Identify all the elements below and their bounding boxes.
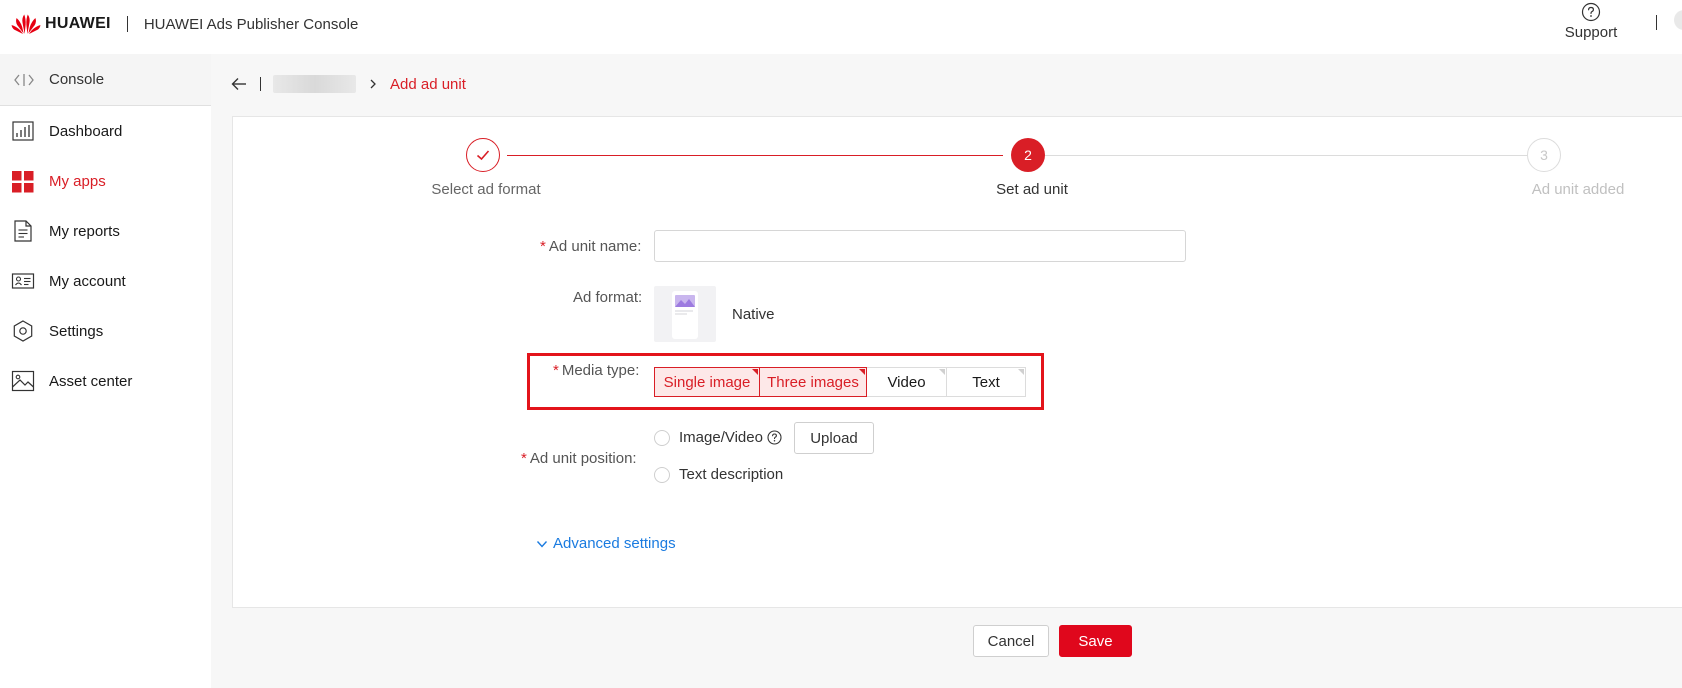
position-option-image-video[interactable]: Image/Video — [654, 429, 782, 446]
required-marker: * — [521, 450, 527, 467]
sidebar-item-my-reports[interactable]: My reports — [0, 206, 211, 256]
huawei-logo-icon — [11, 14, 41, 34]
top-bar: HUAWEI HUAWEI Ads Publisher Console Supp… — [0, 0, 1682, 54]
radio-button[interactable] — [654, 429, 670, 446]
sidebar-item-my-apps[interactable]: My apps — [0, 156, 211, 206]
selected-corner-mark — [859, 369, 865, 375]
brand[interactable]: HUAWEI HUAWEI Ads Publisher Console — [11, 13, 358, 35]
code-brackets-icon — [14, 73, 34, 86]
step-2-circle: 2 — [1011, 138, 1045, 172]
bar-chart-icon — [12, 121, 34, 141]
document-icon — [14, 220, 32, 242]
sidebar-item-dashboard[interactable]: Dashboard — [0, 106, 211, 156]
position-option-label: Image/Video — [679, 429, 763, 446]
help-circle-icon — [1581, 2, 1601, 22]
media-option-video[interactable]: Video — [866, 367, 947, 397]
step-connector-todo — [1045, 155, 1527, 156]
save-button[interactable]: Save — [1059, 625, 1132, 657]
arrow-left-icon[interactable] — [230, 75, 248, 93]
breadcrumb: Add ad unit — [230, 72, 466, 96]
support-label: Support — [1564, 24, 1618, 41]
advanced-settings-toggle[interactable]: Advanced settings — [535, 535, 676, 552]
corner-mark — [1018, 369, 1024, 375]
check-icon — [476, 150, 490, 161]
media-option-label: Single image — [663, 373, 751, 391]
media-type-label-text: Media type: — [561, 362, 640, 379]
ad-unit-position-label: * Ad unit position: — [521, 450, 637, 467]
breadcrumb-app-redacted[interactable] — [273, 75, 356, 93]
selected-corner-mark — [752, 369, 758, 375]
sidebar-item-label: Asset center — [49, 372, 133, 390]
media-option-label: Text — [972, 373, 1000, 391]
sidebar: Console Dashboard My apps My reports My … — [0, 54, 211, 688]
ad-format-value: Native — [732, 306, 775, 323]
media-type-options: Single image Three images Video Text — [654, 367, 1026, 397]
chevron-right-icon — [370, 79, 376, 89]
required-marker: * — [553, 362, 559, 379]
media-option-label: Three images — [767, 373, 859, 391]
step-connector-done — [507, 155, 1003, 156]
breadcrumb-divider — [260, 77, 261, 91]
step-1-label: Select ad format — [431, 181, 541, 198]
chevron-down-icon — [536, 540, 548, 548]
native-format-thumbnail — [654, 286, 716, 342]
hexagon-gear-icon — [13, 320, 33, 342]
required-marker: * — [540, 238, 546, 255]
cancel-button[interactable]: Cancel — [973, 625, 1049, 657]
step-1-circle — [466, 138, 500, 172]
sidebar-item-label: My account — [49, 272, 126, 290]
ad-format-label: Ad format: — [573, 289, 643, 306]
sidebar-item-label: Settings — [49, 322, 104, 340]
grid-icon — [12, 171, 34, 193]
media-type-label: * Media type: — [553, 362, 639, 379]
id-card-icon — [11, 273, 35, 289]
step-3-label: Ad unit added — [1531, 181, 1625, 198]
avatar[interactable] — [1674, 10, 1682, 30]
sidebar-item-settings[interactable]: Settings — [0, 306, 211, 356]
step-3-circle: 3 — [1527, 138, 1561, 172]
native-ad-preview-icon — [672, 291, 698, 339]
sidebar-item-label: My apps — [49, 172, 106, 190]
ad-unit-name-input[interactable] — [654, 230, 1186, 262]
sidebar-title: Console — [49, 71, 105, 88]
advanced-settings-label: Advanced settings — [553, 535, 676, 552]
ad-unit-name-label-text: Ad unit name: — [548, 238, 642, 255]
position-option-label: Text description — [679, 466, 784, 483]
question-circle-icon[interactable] — [767, 430, 782, 445]
brand-name: HUAWEI — [45, 15, 111, 32]
product-name: HUAWEI Ads Publisher Console — [143, 15, 359, 33]
support-button[interactable]: Support — [1556, 2, 1626, 41]
sidebar-item-my-account[interactable]: My account — [0, 256, 211, 306]
sidebar-item-label: Dashboard — [49, 122, 123, 140]
top-divider — [1656, 15, 1657, 30]
media-option-single-image[interactable]: Single image — [654, 367, 760, 397]
sidebar-item-label: My reports — [49, 222, 120, 240]
ad-unit-name-label: * Ad unit name: — [540, 238, 641, 255]
media-option-three-images[interactable]: Three images — [759, 367, 867, 397]
sidebar-header[interactable]: Console — [0, 54, 211, 106]
radio-button[interactable] — [654, 466, 670, 483]
corner-mark — [939, 369, 945, 375]
image-icon — [11, 370, 35, 392]
position-option-text-description[interactable]: Text description — [654, 466, 783, 483]
ad-unit-position-label-text: Ad unit position: — [529, 450, 637, 467]
media-option-text[interactable]: Text — [946, 367, 1026, 397]
step-2-label: Set ad unit — [996, 181, 1068, 198]
sidebar-item-asset-center[interactable]: Asset center — [0, 356, 211, 406]
media-option-label: Video — [887, 373, 926, 391]
brand-divider — [126, 16, 128, 32]
upload-button[interactable]: Upload — [794, 422, 874, 454]
breadcrumb-current: Add ad unit — [390, 75, 466, 93]
